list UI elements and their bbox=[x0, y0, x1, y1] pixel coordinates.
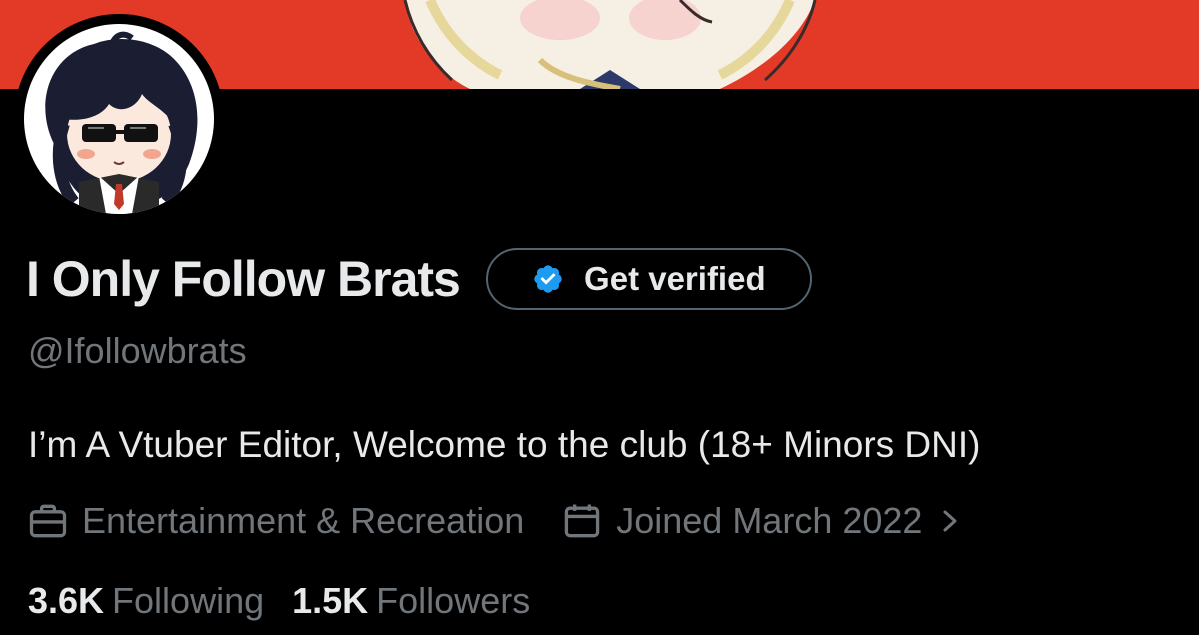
follow-stats: 3.6K Following 1.5K Followers bbox=[28, 580, 530, 622]
get-verified-label: Get verified bbox=[584, 260, 766, 297]
chevron-right-icon bbox=[938, 506, 962, 536]
name-row: I Only Follow Brats Get verified bbox=[26, 246, 812, 312]
joined-label: Joined March 2022 bbox=[616, 500, 923, 541]
briefcase-icon bbox=[26, 499, 70, 543]
category-item: Entertainment & Recreation bbox=[26, 499, 524, 543]
followers-count: 1.5K bbox=[292, 580, 369, 621]
display-name: I Only Follow Brats bbox=[26, 251, 461, 307]
followers-label: Followers bbox=[376, 580, 531, 621]
calendar-icon bbox=[560, 499, 604, 543]
joined-item[interactable]: Joined March 2022 bbox=[560, 499, 962, 543]
profile-handle: @Ifollowbrats bbox=[28, 330, 247, 371]
following-label: Following bbox=[112, 580, 265, 621]
verified-badge-icon bbox=[532, 263, 564, 295]
followers-link[interactable]: 1.5K Followers bbox=[292, 580, 530, 622]
following-link[interactable]: 3.6K Following bbox=[28, 580, 264, 622]
following-count: 3.6K bbox=[28, 580, 105, 621]
profile-meta: Entertainment & Recreation Joined March … bbox=[26, 498, 962, 544]
profile-avatar[interactable] bbox=[14, 14, 224, 224]
profile-bio: I’m A Vtuber Editor, Welcome to the club… bbox=[28, 424, 981, 465]
avatar-image bbox=[24, 24, 214, 214]
get-verified-button[interactable]: Get verified bbox=[485, 248, 812, 310]
category-label: Entertainment & Recreation bbox=[82, 500, 525, 541]
